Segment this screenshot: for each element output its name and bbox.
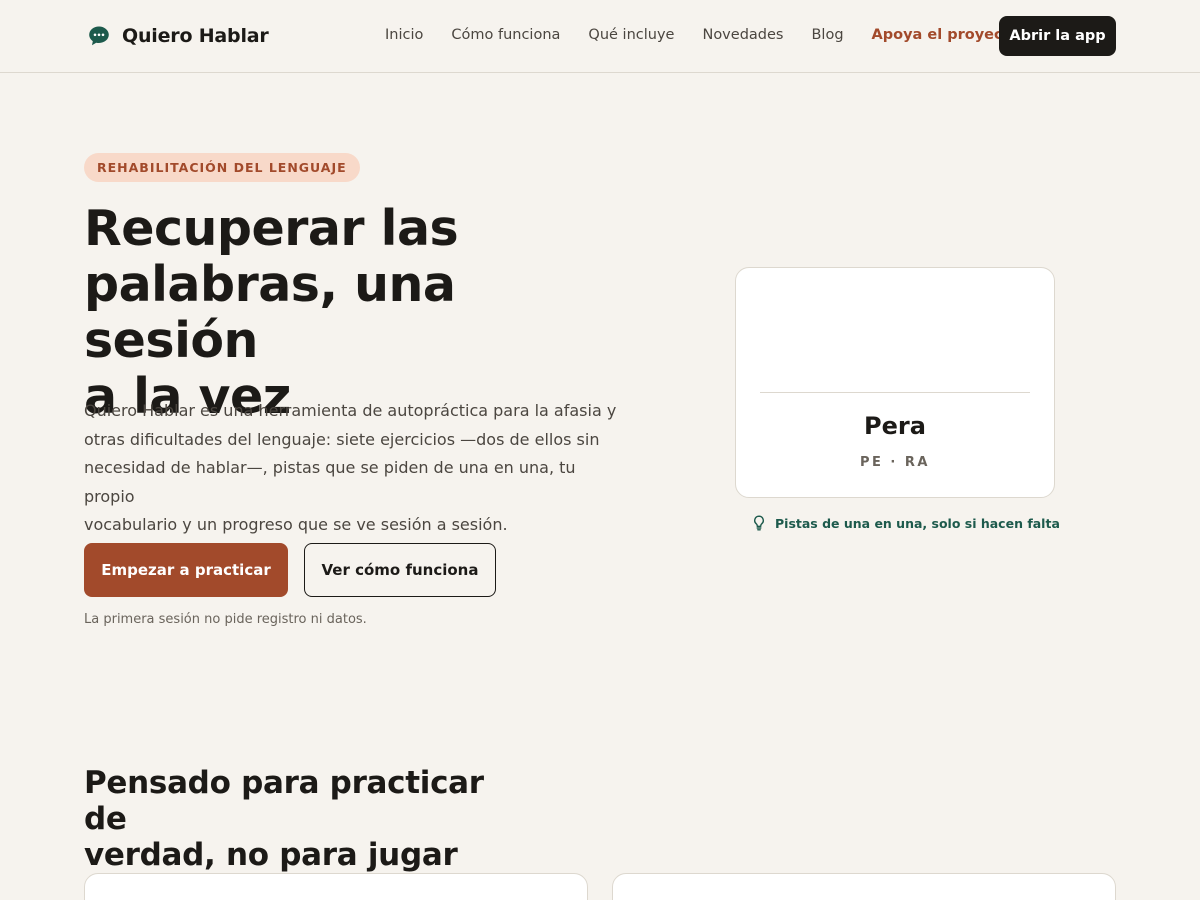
start-practice-button[interactable]: Empezar a practicar <box>84 543 288 597</box>
main-nav: Inicio Cómo funciona Qué incluye Novedad… <box>385 24 1048 46</box>
features-section-title: Pensado para practicar de verdad, no par… <box>84 765 524 873</box>
nav-link-inicio[interactable]: Inicio <box>385 27 423 43</box>
section-title-line: verdad, no para jugar <box>84 837 458 873</box>
hero-description-line: necesidad de hablar—, pistas que se pide… <box>84 458 576 506</box>
hero-description-line: Quiero Hablar es una herramienta de auto… <box>84 401 617 420</box>
hero-note: La primera sesión no pide registro ni da… <box>84 612 367 627</box>
nav-link-blog[interactable]: Blog <box>811 27 843 43</box>
nav-link-que-incluye[interactable]: Qué incluye <box>588 27 674 43</box>
card-divider <box>760 392 1030 393</box>
lightbulb-icon <box>754 515 764 531</box>
section-title-line: Pensado para practicar de <box>84 765 484 837</box>
site-header: Quiero Hablar Inicio Cómo funciona Qué i… <box>0 0 1200 73</box>
open-app-button[interactable]: Abrir la app <box>999 16 1116 56</box>
hero-badge: REHABILITACIÓN DEL LENGUAJE <box>84 153 360 182</box>
nav-link-apoya-el-proyecto[interactable]: Apoya el proyecto <box>872 27 1020 43</box>
nav-link-como-funciona[interactable]: Cómo funciona <box>451 27 560 43</box>
hero-description-line: vocabulario y un progreso que se ve sesi… <box>84 515 508 534</box>
nav-link-novedades[interactable]: Novedades <box>702 27 783 43</box>
demo-word: Pera <box>864 412 926 440</box>
brand-logo-link[interactable]: Quiero Hablar <box>88 23 269 49</box>
hero-description: Quiero Hablar es una herramienta de auto… <box>84 397 629 540</box>
feature-card <box>612 873 1116 900</box>
hero-title-line: palabras, una sesión <box>84 256 456 369</box>
hero-description-line: otras dificultades del lenguaje: siete e… <box>84 429 600 449</box>
hint-text: Pistas de una en una, solo si hacen falt… <box>775 515 1060 531</box>
speech-bubble-icon <box>89 26 109 46</box>
hero-title-line: Recuperar las <box>84 200 459 257</box>
hint-caption: Pistas de una en una, solo si hacen falt… <box>752 514 1060 532</box>
hero-title: Recuperar las palabras, una sesión a la … <box>84 201 604 425</box>
brand-name: Quiero Hablar <box>122 25 269 47</box>
feature-card <box>84 873 588 900</box>
how-it-works-button[interactable]: Ver cómo funciona <box>304 543 496 597</box>
word-demo-card: Pera PE · RA <box>735 267 1055 498</box>
demo-syllables: PE · RA <box>860 455 930 470</box>
